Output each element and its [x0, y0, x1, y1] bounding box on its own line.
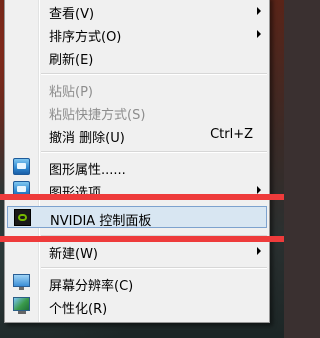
menu-item-label: 屏幕分辨率(C) — [49, 279, 134, 294]
menu-item-paste: 粘贴(P) — [7, 78, 267, 100]
menu-item-label: 查看(V) — [49, 7, 95, 22]
menu-item-refresh[interactable]: 刷新(E) — [7, 46, 267, 68]
menu-item-label: 排序方式(O) — [49, 30, 122, 45]
annotation-highlight-bar-top — [0, 194, 284, 200]
graphics-properties-icon — [13, 158, 30, 175]
monitor-icon — [13, 274, 30, 290]
menu-item-label: 新建(W) — [49, 247, 98, 262]
menu-item-screen-resolution[interactable]: 屏幕分辨率(C) — [7, 272, 267, 294]
menu-item-label: 个性化(R) — [49, 302, 108, 317]
menu-item-label: NVIDIA 控制面板 — [50, 214, 152, 229]
submenu-arrow-icon — [257, 30, 261, 38]
menu-item-nvidia-control-panel[interactable]: NVIDIA 控制面板 — [7, 206, 267, 229]
menu-item-label: 刷新(E) — [49, 53, 94, 68]
menu-item-graphics-properties[interactable]: 图形属性...... — [7, 156, 267, 178]
submenu-arrow-icon — [257, 186, 261, 194]
submenu-arrow-icon — [257, 247, 261, 255]
menu-item-sort-by[interactable]: 排序方式(O) — [7, 23, 267, 45]
menu-item-label: 粘贴快捷方式(S) — [49, 108, 146, 123]
menu-item-new[interactable]: 新建(W) — [7, 240, 267, 262]
menu-separator — [41, 73, 267, 75]
menu-item-view[interactable]: 查看(V) — [7, 0, 267, 22]
menu-item-label: 图形属性...... — [49, 163, 126, 178]
nvidia-icon — [14, 209, 31, 226]
menu-item-personalize[interactable]: 个性化(R) — [7, 295, 267, 317]
annotation-highlight-bar-bottom — [0, 236, 284, 242]
menu-separator — [41, 151, 267, 153]
menu-item-label: 粘贴(P) — [49, 85, 93, 100]
menu-item-paste-shortcut: 粘贴快捷方式(S) — [7, 101, 267, 123]
menu-item-label: 撤消 删除(U) — [49, 131, 125, 146]
menu-item-shortcut: Ctrl+Z — [210, 127, 253, 142]
menu-item-undo-delete[interactable]: 撤消 删除(U) Ctrl+Z — [7, 124, 267, 146]
personalize-icon — [13, 297, 30, 314]
desktop-context-menu: 查看(V) 排序方式(O) 刷新(E) 粘贴(P) 粘贴快捷方式(S) 撤消 删… — [4, 0, 270, 323]
menu-separator — [41, 267, 267, 269]
submenu-arrow-icon — [257, 7, 261, 15]
